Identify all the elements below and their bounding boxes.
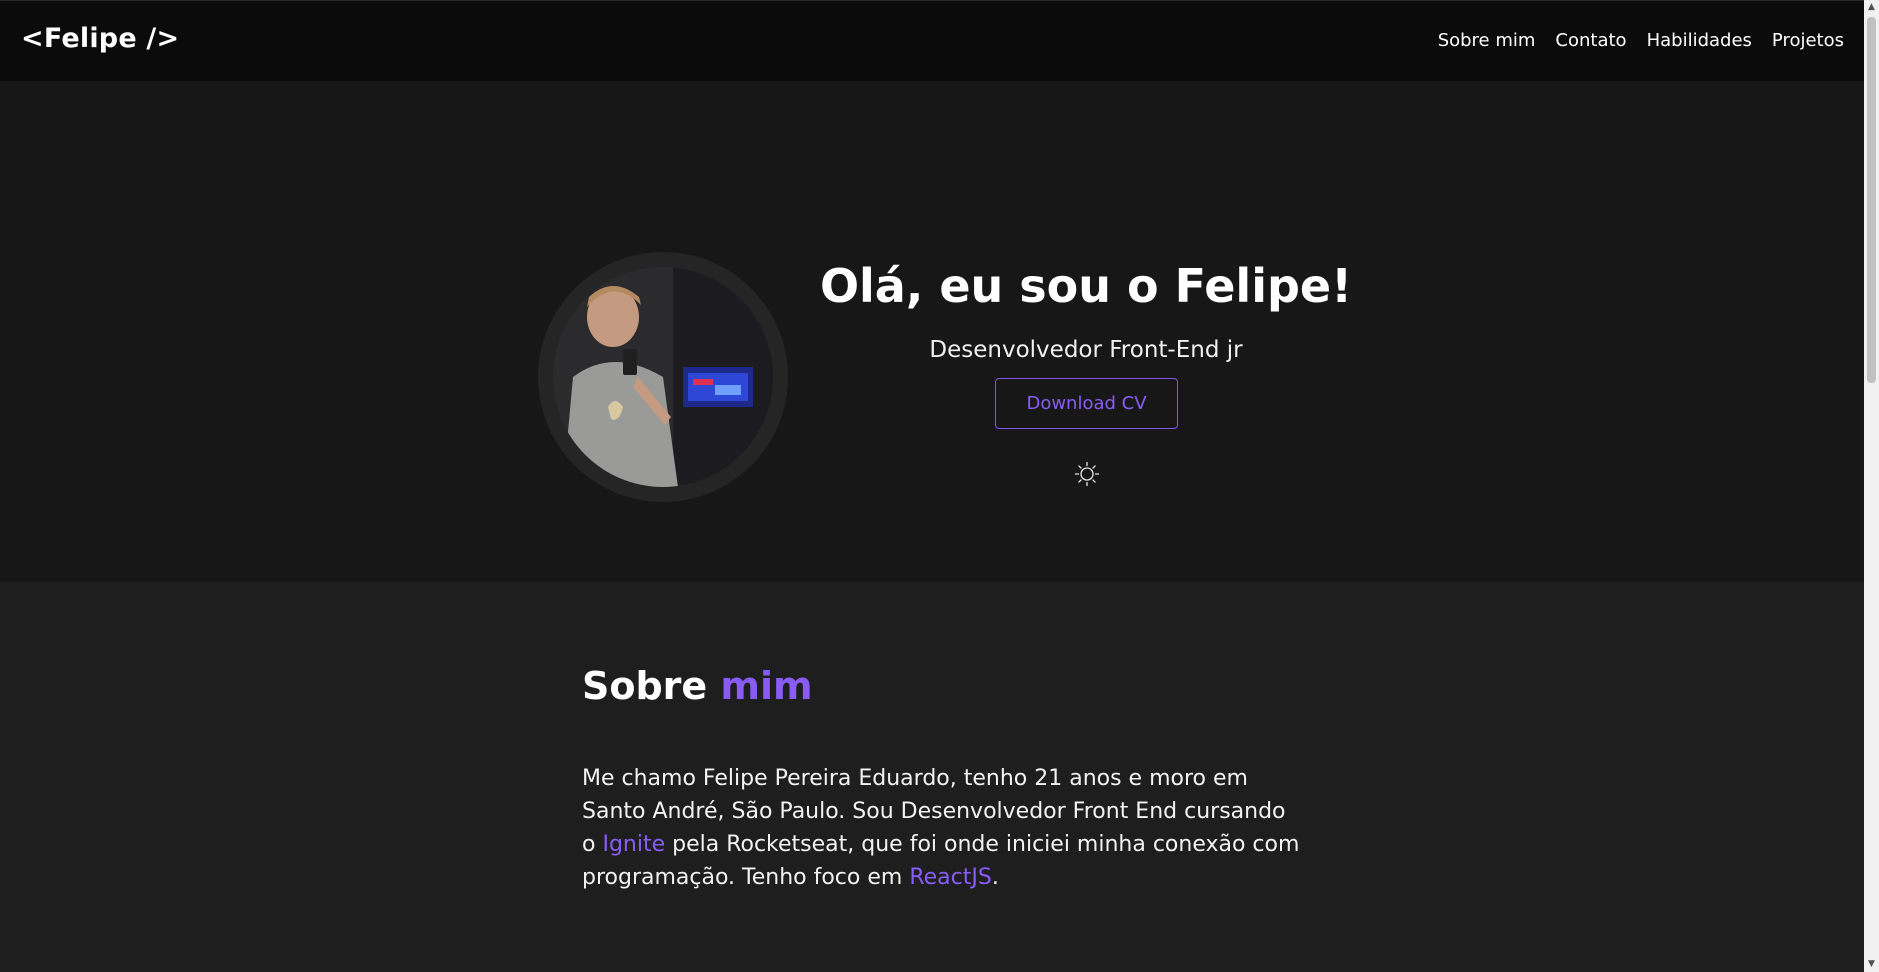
top-navbar: <Felipe /> Sobre mim Contato Habilidades… xyxy=(0,0,1864,81)
reactjs-link[interactable]: ReactJS xyxy=(909,865,992,890)
scroll-thumb[interactable] xyxy=(1867,17,1876,383)
sun-icon[interactable] xyxy=(1074,461,1100,487)
about-text-part3: . xyxy=(991,865,999,890)
vertical-scrollbar[interactable]: ▲ ▼ xyxy=(1864,0,1879,972)
about-paragraph: Me chamo Felipe Pereira Eduardo, tenho 2… xyxy=(582,762,1302,894)
hero-subtitle: Desenvolvedor Front-End jr xyxy=(929,337,1243,363)
site-logo[interactable]: <Felipe /> xyxy=(21,23,179,54)
avatar-ring xyxy=(538,252,788,502)
hero-section: Olá, eu sou o Felipe! Desenvolvedor Fron… xyxy=(0,81,1864,582)
nav-link-projetos[interactable]: Projetos xyxy=(1772,30,1844,51)
about-title-accent: mim xyxy=(720,664,813,708)
ignite-link[interactable]: Ignite xyxy=(602,832,665,857)
main-nav: Sobre mim Contato Habilidades Projetos xyxy=(1438,30,1844,51)
nav-link-sobre-mim[interactable]: Sobre mim xyxy=(1438,30,1536,51)
download-cv-button[interactable]: Download CV xyxy=(995,378,1178,429)
scroll-down-arrow-icon[interactable]: ▼ xyxy=(1864,957,1879,972)
about-section: Sobre mim Me chamo Felipe Pereira Eduard… xyxy=(0,582,1864,972)
about-title-text: Sobre xyxy=(582,664,721,708)
nav-link-habilidades[interactable]: Habilidades xyxy=(1647,30,1752,51)
about-title: Sobre mim xyxy=(582,664,813,708)
nav-link-contato[interactable]: Contato xyxy=(1555,30,1626,51)
page: <Felipe /> Sobre mim Contato Habilidades… xyxy=(0,0,1864,972)
scroll-up-arrow-icon[interactable]: ▲ xyxy=(1864,0,1879,15)
profile-photo xyxy=(553,267,773,487)
hero-title: Olá, eu sou o Felipe! xyxy=(819,259,1353,313)
